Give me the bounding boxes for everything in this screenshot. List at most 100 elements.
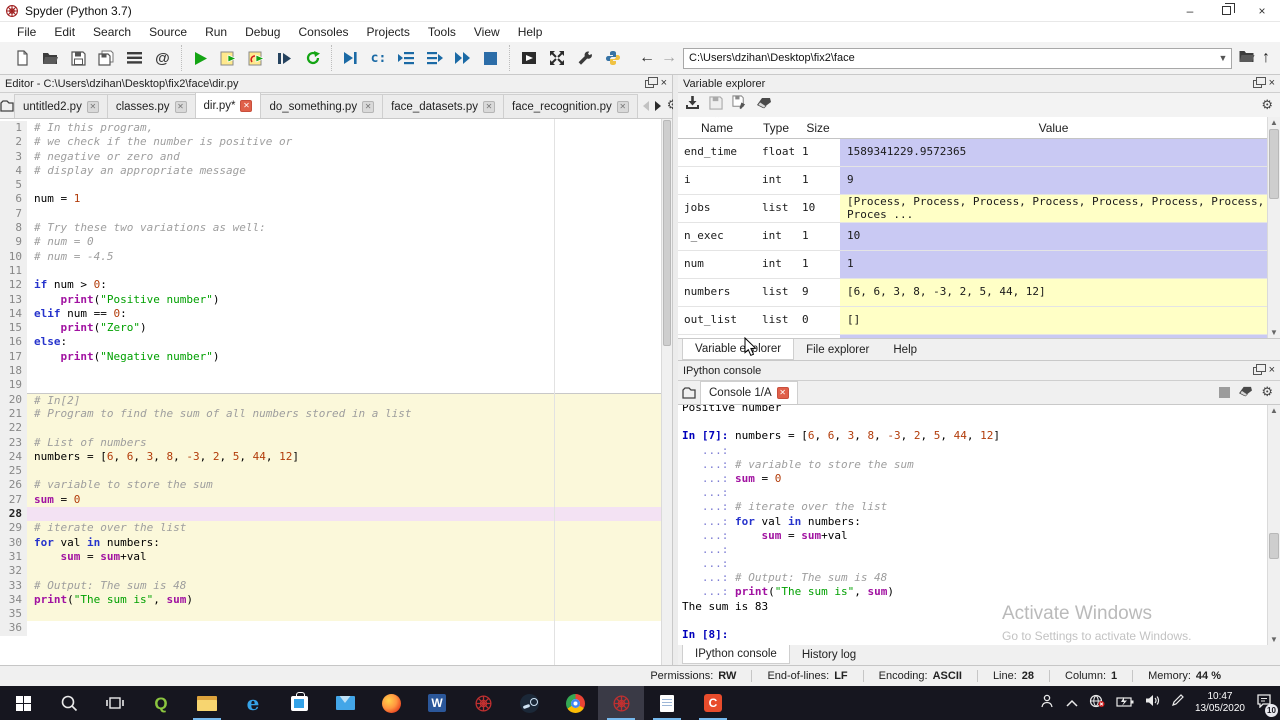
cell-value[interactable]: 1589341229.9572365 [840, 139, 1267, 166]
tab-face-recognition[interactable]: face_recognition.py ✕ [503, 94, 638, 118]
editor-line-30[interactable]: 30 for val in numbers: [0, 535, 661, 550]
maximize-pane-button[interactable] [516, 46, 541, 71]
editor-line-34[interactable]: 34 print("The sum is", sum) [0, 592, 661, 608]
rerun-cell-button[interactable] [300, 46, 325, 71]
tab-close-icon[interactable]: ✕ [776, 387, 789, 399]
editor-line-32[interactable]: 32 [0, 564, 661, 579]
scrollbar-thumb[interactable] [1269, 533, 1279, 559]
menu-file[interactable]: File [8, 25, 45, 39]
start-button[interactable] [0, 686, 46, 720]
variable-row-num[interactable]: num int 1 1 [678, 251, 1280, 279]
notepad-icon[interactable] [644, 686, 690, 720]
spyder-taskbar-icon[interactable] [460, 686, 506, 720]
close-button[interactable]: × [1244, 0, 1280, 21]
run-file-button[interactable] [188, 46, 213, 71]
editor-line-6[interactable]: 6 num = 1 [0, 192, 661, 207]
ipython-console[interactable]: Positive number In [7]: numbers = [6, 6, … [678, 405, 1280, 645]
browse-tabs-icon[interactable] [0, 93, 14, 118]
close-pane-icon[interactable]: × [1269, 78, 1275, 89]
volume-icon[interactable] [1145, 694, 1160, 712]
column-size[interactable]: Size [796, 121, 840, 135]
qgis-icon[interactable]: Q [138, 686, 184, 720]
new-file-button[interactable] [10, 46, 35, 71]
editor-line-18[interactable]: 18 [0, 364, 661, 379]
tab-close-icon[interactable]: ✕ [616, 100, 629, 113]
editor-line-5[interactable]: 5 [0, 178, 661, 193]
editor-scrollbar-thumb[interactable] [663, 120, 671, 346]
scroll-up-icon[interactable]: ▲ [1268, 118, 1280, 127]
cell-value[interactable]: 9 [840, 167, 1267, 194]
menu-help[interactable]: Help [509, 25, 552, 39]
fullscreen-button[interactable] [544, 46, 569, 71]
menu-source[interactable]: Source [140, 25, 196, 39]
menu-debug[interactable]: Debug [236, 25, 289, 39]
scroll-tabs-right-icon[interactable] [654, 100, 661, 111]
editor-line-16[interactable]: 16 else: [0, 335, 661, 350]
editor-line-10[interactable]: 10 # num = -4.5 [0, 249, 661, 264]
import-data-icon[interactable] [685, 95, 700, 115]
variable-explorer-options-gear-icon[interactable]: ⚙ [1261, 99, 1273, 112]
tab-untitled2[interactable]: untitled2.py ✕ [14, 94, 108, 118]
tab-help[interactable]: Help [881, 339, 929, 360]
close-pane-icon[interactable]: × [661, 78, 667, 89]
debug-file-button[interactable] [338, 46, 363, 71]
chevron-up-icon[interactable] [1066, 694, 1078, 712]
variable-row-out_list[interactable]: out_list list 0 [] [678, 307, 1280, 335]
battery-icon[interactable] [1116, 694, 1134, 712]
scroll-down-icon[interactable]: ▼ [1268, 635, 1280, 644]
taskbar-search-icon[interactable] [46, 686, 92, 720]
menu-edit[interactable]: Edit [45, 25, 84, 39]
cell-value[interactable]: [Process, Process, Process, Process, Pro… [840, 195, 1267, 222]
save-data-icon[interactable] [709, 95, 723, 115]
editor-line-25[interactable]: 25 [0, 464, 661, 479]
edge-icon[interactable]: e [230, 686, 276, 720]
back-arrow-icon[interactable]: ← [639, 49, 655, 67]
task-view-icon[interactable] [92, 686, 138, 720]
network-offline-icon[interactable] [1089, 693, 1105, 713]
save-data-as-icon[interactable] [732, 95, 747, 115]
editor-line-2[interactable]: 2 # we check if the number is positive or [0, 135, 661, 150]
variable-table-scrollbar[interactable]: ▲ ▼ [1267, 117, 1280, 338]
tab-ipython-console[interactable]: IPython console [682, 645, 790, 664]
menu-tools[interactable]: Tools [419, 25, 465, 39]
debug-stop-button[interactable] [478, 46, 503, 71]
notification-center-icon[interactable]: 10 [1256, 693, 1278, 717]
clear-console-eraser-icon[interactable] [1238, 384, 1253, 402]
tab-dir-active[interactable]: dir.py* ✕ [194, 92, 262, 118]
column-type[interactable]: Type [756, 121, 796, 135]
variable-row-n_exec[interactable]: n_exec int 1 10 [678, 223, 1280, 251]
save-button[interactable] [66, 46, 91, 71]
editor-line-33[interactable]: 33 # Output: The sum is 48 [0, 578, 661, 593]
preferences-wrench-icon[interactable] [572, 46, 597, 71]
run-cell-advance-button[interactable] [244, 46, 269, 71]
remove-variables-eraser-icon[interactable] [756, 96, 772, 114]
variable-row-jobs[interactable]: jobs list 10 [Process, Process, Process, Pr… [678, 195, 1280, 223]
taskbar-clock[interactable]: 10:47 13/05/2020 [1195, 691, 1245, 715]
editor-line-12[interactable]: 12 if num > 0: [0, 278, 661, 293]
variable-row-i[interactable]: i int 1 9 [678, 167, 1280, 195]
editor-line-19[interactable]: 19 [0, 378, 661, 393]
editor-line-29[interactable]: 29 # iterate over the list [0, 521, 661, 536]
debug-step-into-button[interactable] [394, 46, 419, 71]
tab-console-1a[interactable]: Console 1/A ✕ [700, 381, 798, 404]
editor-line-8[interactable]: 8 # Try these two variations as well: [0, 221, 661, 236]
spyder-active-taskbar-icon[interactable] [598, 686, 644, 720]
tab-do-something[interactable]: do_something.py ✕ [260, 94, 384, 118]
browse-directory-icon[interactable] [1238, 49, 1256, 68]
undock-pane-icon[interactable] [1252, 363, 1266, 375]
scroll-up-icon[interactable]: ▲ [1268, 406, 1280, 415]
word-icon[interactable]: W [414, 686, 460, 720]
cell-value[interactable]: 1 [840, 251, 1267, 278]
editor-line-24[interactable]: 24 numbers = [6, 6, 3, 8, -3, 2, 5, 44, 1… [0, 449, 661, 465]
editor-line-1[interactable]: 1 # In this program, [0, 121, 661, 136]
working-directory-input[interactable] [684, 52, 1215, 64]
menu-run[interactable]: Run [196, 25, 236, 39]
debug-step-out-button[interactable] [422, 46, 447, 71]
editor-line-4[interactable]: 4 # display an appropriate message [0, 163, 661, 179]
open-file-button[interactable] [38, 46, 63, 71]
tab-close-icon[interactable]: ✕ [174, 100, 187, 113]
editor-line-13[interactable]: 13 print("Positive number") [0, 292, 661, 307]
run-cell-button[interactable] [216, 46, 241, 71]
console-scrollbar[interactable]: ▲ ▼ [1267, 405, 1280, 645]
editor-line-22[interactable]: 22 [0, 421, 661, 436]
